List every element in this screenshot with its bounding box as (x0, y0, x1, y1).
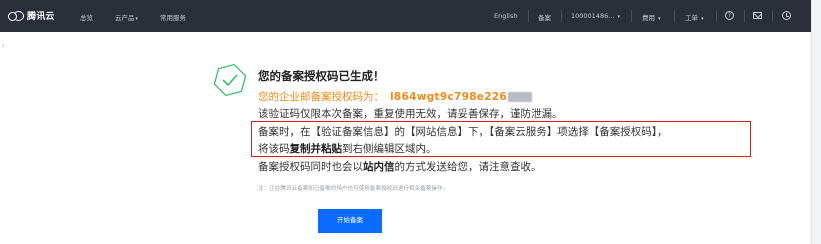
messages-button[interactable] (752, 10, 764, 22)
primary-nav: 总览 云产品▾ 常用服务 (80, 12, 208, 22)
brand-logo[interactable]: 腾讯云 (8, 9, 55, 22)
chevron-down-icon: ▾ (701, 16, 704, 22)
help-icon: ? (725, 11, 734, 20)
sidebar-expand-toggle[interactable]: › (2, 42, 5, 50)
redacted-code-suffix (508, 91, 533, 102)
ticket-menu[interactable]: 工单 ▾ (685, 12, 704, 22)
divider (674, 10, 675, 22)
chevron-down-icon: ▾ (135, 16, 139, 22)
chevron-down-icon: ▾ (658, 16, 661, 22)
success-check-icon (213, 63, 247, 97)
copy-paste-emphasis: 复制并粘贴 (289, 143, 343, 155)
filing-link[interactable]: 备案 (538, 12, 551, 22)
divider (631, 10, 632, 22)
billing-menu[interactable]: 费用 ▾ (642, 12, 661, 22)
authorization-code-label: 您的企业邮备案授权码为： (258, 91, 384, 103)
clock-icon (782, 11, 791, 20)
instruction-line-1: 备案时，在【验证备案信息】的【网站信息】下，【备案云服务】项选择【备案授权码】， (258, 126, 668, 138)
nav-item-overview[interactable]: 总览 (80, 12, 93, 22)
cloud-logo-icon (8, 10, 24, 21)
account-menu[interactable]: 100001486... ▾ (571, 12, 620, 20)
inbox-emphasis: 站内信 (363, 161, 395, 173)
authorization-code-value[interactable]: l864wgt9c798e226 (390, 91, 507, 103)
language-switch[interactable]: English (494, 12, 517, 20)
message-notice: 备案授权码同时也会以站内信的方式发送给您，请注意查收。 (258, 161, 542, 173)
single-use-warning: 该验证码仅限本次备案，重复使用无效，请妥善保存，谨防泄漏。 (258, 108, 563, 120)
divider (716, 10, 717, 22)
divider (744, 10, 745, 22)
nav-item-common-services[interactable]: 常用服务 (160, 12, 186, 22)
mail-icon (753, 12, 762, 19)
recent-activity-button[interactable] (781, 10, 793, 22)
start-filing-button[interactable]: 开始备案 (318, 209, 382, 233)
divider (772, 10, 773, 22)
authorization-code-line: 您的企业邮备案授权码为： l864wgt9c798e226 (258, 89, 533, 104)
right-scroll-rail[interactable] (811, 0, 821, 244)
brand-name: 腾讯云 (27, 12, 55, 22)
divider (528, 10, 529, 22)
nav-item-products[interactable]: 云产品▾ (115, 12, 138, 22)
chevron-down-icon: ▾ (617, 14, 621, 20)
footnote: 注：正在腾讯云备案和已备案的用户也可使用备案授权码进行相关备案操作。 (258, 186, 449, 192)
top-navigation-bar: 腾讯云 总览 云产品▾ 常用服务 English 备案 100001486...… (0, 0, 811, 32)
instruction-line-2: 将该码复制并粘贴到右侧编辑区域内。 (258, 143, 437, 155)
divider (561, 10, 562, 22)
help-button[interactable]: ? (724, 10, 736, 22)
page-title: 您的备案授权码已生成！ (258, 69, 385, 83)
